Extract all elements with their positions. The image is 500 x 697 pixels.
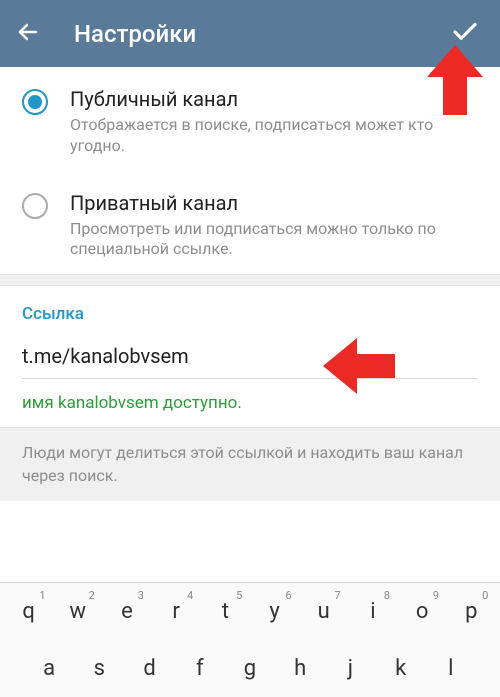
check-icon <box>450 17 480 47</box>
key-y[interactable]: y6 <box>254 591 296 632</box>
page-title: Настройки <box>74 20 196 48</box>
link-label: Ссылка <box>22 304 478 324</box>
key-l[interactable]: l <box>430 648 472 689</box>
key-o[interactable]: o9 <box>401 591 443 632</box>
key-j[interactable]: j <box>329 648 371 689</box>
keyboard-row-2: asdfghjkl <box>0 640 500 697</box>
private-option-title: Приватный канал <box>70 191 478 215</box>
key-t[interactable]: t5 <box>204 591 246 632</box>
link-hint-text: Люди могут делиться этой ссылкой и наход… <box>0 427 500 501</box>
section-divider <box>0 274 500 286</box>
key-p[interactable]: p0 <box>450 591 492 632</box>
back-button[interactable] <box>16 20 56 48</box>
key-a[interactable]: a <box>28 648 70 689</box>
key-i[interactable]: i8 <box>352 591 394 632</box>
public-option-desc: Отображается в поиске, подписаться может… <box>70 115 478 157</box>
key-f[interactable]: f <box>179 648 221 689</box>
key-r[interactable]: r4 <box>155 591 197 632</box>
key-d[interactable]: d <box>129 648 171 689</box>
key-q[interactable]: q1 <box>8 591 50 632</box>
key-h[interactable]: h <box>279 648 321 689</box>
channel-type-section: Публичный канал Отображается в поиске, п… <box>0 67 500 274</box>
public-option-title: Публичный канал <box>70 87 478 111</box>
key-k[interactable]: k <box>380 648 422 689</box>
public-channel-option[interactable]: Публичный канал Отображается в поиске, п… <box>0 67 500 171</box>
key-s[interactable]: s <box>78 648 120 689</box>
key-g[interactable]: g <box>229 648 271 689</box>
private-option-desc: Просмотреть или подписаться можно только… <box>70 219 478 261</box>
link-availability-status: имя kanalobvsem доступно. <box>22 393 478 413</box>
radio-selected-icon <box>22 89 48 115</box>
key-e[interactable]: e3 <box>106 591 148 632</box>
private-channel-option[interactable]: Приватный канал Просмотреть или подписат… <box>0 171 500 275</box>
key-u[interactable]: u7 <box>303 591 345 632</box>
soft-keyboard: q1w2e3r4t5y6u7i8o9p0 asdfghjkl <box>0 582 500 697</box>
link-section: Ссылка имя kanalobvsem доступно. <box>0 286 500 427</box>
keyboard-row-1: q1w2e3r4t5y6u7i8o9p0 <box>0 583 500 640</box>
app-header: Настройки <box>0 0 500 67</box>
arrow-left-icon <box>16 20 40 44</box>
radio-unselected-icon <box>22 193 48 219</box>
confirm-button[interactable] <box>446 13 484 55</box>
key-w[interactable]: w2 <box>57 591 99 632</box>
channel-link-input[interactable] <box>22 344 478 379</box>
